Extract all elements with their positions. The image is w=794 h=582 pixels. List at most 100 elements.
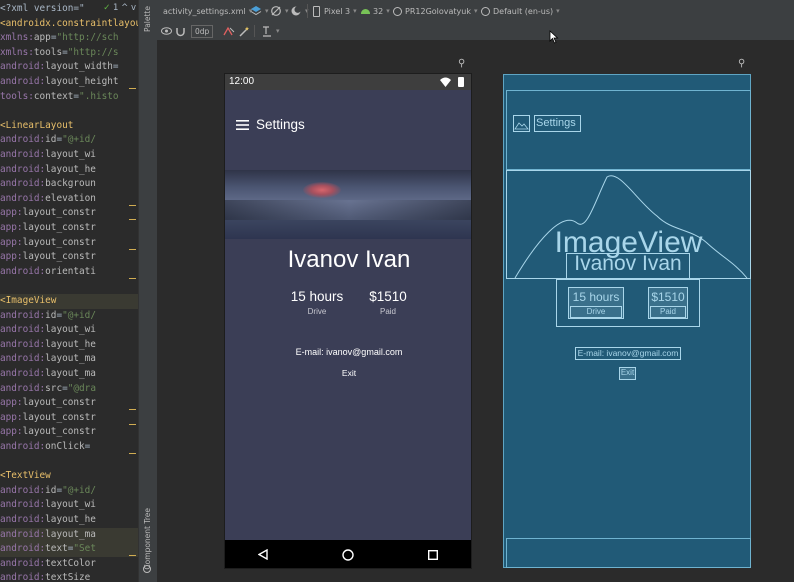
code-line[interactable]: android:onClick= xyxy=(0,440,138,455)
code-line[interactable]: app:layout_constr xyxy=(0,221,138,236)
code-line[interactable]: app:layout_constr xyxy=(0,411,138,426)
code-line[interactable]: android:layout_wi xyxy=(0,323,138,338)
inspection-widget[interactable]: ✓ 1 ^ v xyxy=(100,3,136,13)
code-line[interactable]: <TextView xyxy=(0,469,138,484)
code-token: id xyxy=(45,484,57,496)
code-line[interactable]: app:layout_constr xyxy=(0,206,138,221)
api-level: 32 xyxy=(373,6,384,16)
design-preview[interactable]: 12:00 Settings Ivanov Ivan 15 hours Driv… xyxy=(224,73,472,569)
code-line[interactable]: android:textColor xyxy=(0,557,138,572)
code-line[interactable]: app:layout_constr xyxy=(0,250,138,265)
night-mode-button[interactable]: ▾ xyxy=(290,0,309,22)
code-token: android: xyxy=(0,178,46,190)
theme-selector[interactable]: PR12Golovatyuk ▾ xyxy=(393,0,478,22)
code-line[interactable]: xmlns:tools="http://s xyxy=(0,46,138,61)
bp-exit-button[interactable]: Exit xyxy=(619,367,636,380)
menu-icon[interactable] xyxy=(236,120,249,130)
resize-pin-icon[interactable]: ⚲ xyxy=(458,58,465,69)
default-margin-button[interactable]: 0dp xyxy=(191,22,214,40)
code-line[interactable]: android:layout_wi xyxy=(0,148,138,163)
component-tree-tab[interactable]: Component Tree xyxy=(143,508,152,570)
globe-icon xyxy=(481,6,490,16)
code-token: "@dra xyxy=(67,382,96,394)
xml-code-editor[interactable]: <?xml version=" <androidx.constraintlayou… xyxy=(0,0,138,582)
code-token: android: xyxy=(0,543,46,555)
clear-constraints-button[interactable] xyxy=(223,22,235,40)
code-line[interactable]: android:layout_width= xyxy=(0,60,138,75)
device-selector[interactable]: Pixel 3 ▾ xyxy=(313,0,357,22)
bp-name-box[interactable]: Ivanov Ivan xyxy=(566,252,690,279)
code-line[interactable]: android:layout_height xyxy=(0,75,138,90)
code-line[interactable]: android:layout_he xyxy=(0,513,138,528)
file-selector[interactable]: activity_settings.xml ▾ xyxy=(163,0,252,22)
device-name: Pixel 3 xyxy=(324,6,351,16)
code-line[interactable]: <androidx.constraintlayout xyxy=(0,17,138,32)
code-line[interactable]: <ImageView xyxy=(0,294,138,309)
locale-selector[interactable]: Default (en-us) ▾ xyxy=(481,0,560,22)
code-line[interactable]: android:layout_ma xyxy=(0,527,138,543)
header-image[interactable] xyxy=(225,170,471,239)
autoconnect-button[interactable] xyxy=(175,22,186,40)
bp-bottom-area xyxy=(506,538,751,568)
stat-drive-value: 15 hours xyxy=(290,289,344,304)
code-line[interactable] xyxy=(0,455,138,470)
code-token: android: xyxy=(0,499,46,511)
exit-button[interactable]: Exit xyxy=(329,368,369,378)
code-line[interactable]: android:orientati xyxy=(0,265,138,280)
code-token: app: xyxy=(0,426,23,438)
palette-tab[interactable]: Palette xyxy=(143,6,152,32)
code-marker xyxy=(129,204,136,206)
code-line[interactable]: android:text="Set xyxy=(0,542,138,557)
next-highlight-icon[interactable]: v xyxy=(131,3,136,13)
eye-icon xyxy=(161,27,172,35)
view-options-button[interactable] xyxy=(161,22,172,40)
bp-menu-icon[interactable] xyxy=(513,115,530,132)
code-line[interactable]: android:layout_he xyxy=(0,338,138,353)
code-line[interactable]: xmlns:app="http://sch xyxy=(0,31,138,46)
code-token: layout_constr xyxy=(22,222,96,233)
home-icon[interactable] xyxy=(342,549,354,561)
code-line[interactable]: android:elevation xyxy=(0,192,138,207)
code-line[interactable]: android:id="@+id/ xyxy=(0,309,138,324)
code-token: android: xyxy=(0,163,46,175)
code-token: android: xyxy=(0,338,46,350)
code-line[interactable]: android:layout_ma xyxy=(0,352,138,367)
battery-icon xyxy=(458,77,464,87)
bp-title-box[interactable]: Settings xyxy=(534,115,581,132)
back-icon[interactable] xyxy=(258,549,268,560)
code-line[interactable]: android:layout_wi xyxy=(0,498,138,513)
code-token: layout_constr xyxy=(22,397,96,409)
code-token: elevation xyxy=(45,192,96,204)
code-line[interactable]: android:backgroun xyxy=(0,177,138,192)
component-tree-icon[interactable] xyxy=(143,565,151,573)
code-line[interactable]: android:src="@dra xyxy=(0,382,138,397)
code-line[interactable] xyxy=(0,104,138,119)
orientation-button[interactable]: ▾ xyxy=(270,0,289,22)
code-line[interactable]: android:id="@+id/ xyxy=(0,133,138,148)
code-line[interactable]: <LinearLayout xyxy=(0,119,138,134)
code-token: ".histo xyxy=(79,90,119,102)
api-level-selector[interactable]: 32 ▾ xyxy=(361,0,390,22)
android-icon xyxy=(361,8,370,14)
blueprint-view[interactable]: Settings ImageView Ivanov Ivan 15 hours … xyxy=(503,74,751,568)
bp-stat-paid[interactable]: $1510 Paid xyxy=(648,287,688,319)
bp-stat-drive[interactable]: 15 hours Drive xyxy=(568,287,624,319)
design-surface-button[interactable]: ▾ xyxy=(250,0,269,22)
code-line[interactable]: android:layout_ma xyxy=(0,367,138,382)
code-line[interactable]: android:layout_he xyxy=(0,163,138,178)
code-line[interactable]: app:layout_constr xyxy=(0,236,138,251)
recents-icon[interactable] xyxy=(428,550,438,560)
code-line[interactable] xyxy=(0,279,138,294)
prev-highlight-icon[interactable]: ^ xyxy=(121,3,128,13)
code-line[interactable]: android:textSize xyxy=(0,571,138,582)
infer-constraints-button[interactable] xyxy=(239,22,250,40)
code-token: android: xyxy=(0,309,46,321)
guidelines-button[interactable]: ▾ xyxy=(261,22,280,40)
code-token: text xyxy=(45,543,68,555)
resize-pin-icon[interactable]: ⚲ xyxy=(738,58,745,69)
code-line[interactable]: android:id="@+id/ xyxy=(0,484,138,499)
code-line[interactable]: app:layout_constr xyxy=(0,425,138,440)
bp-email-box[interactable]: E-mail: ivanov@gmail.com xyxy=(575,347,681,360)
code-line[interactable]: app:layout_constr xyxy=(0,396,138,411)
code-line[interactable]: tools:context=".histo xyxy=(0,90,138,105)
